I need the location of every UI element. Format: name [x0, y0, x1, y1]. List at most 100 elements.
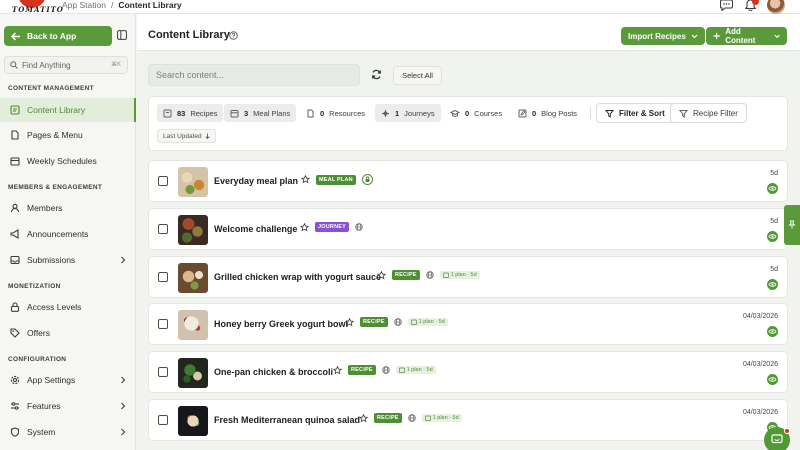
sidebar-item-content-library[interactable]: Content Library — [0, 98, 136, 122]
divider — [590, 107, 591, 119]
star-icon[interactable] — [359, 413, 368, 423]
list-item[interactable]: Welcome challenge JOURNEY 5d — [148, 208, 788, 250]
filter-panel: 83 Recipes 3 Meal Plans 0 Resources 1 Jo… — [148, 96, 788, 151]
chip-meal-plans[interactable]: 3 Meal Plans — [224, 104, 297, 122]
chip-label: Courses — [474, 108, 503, 118]
help-icon[interactable] — [229, 31, 238, 40]
pin-icon — [788, 220, 796, 229]
row-checkbox[interactable] — [158, 224, 168, 234]
list-item[interactable]: Everyday meal plan MEAL PLAN 5d — [148, 160, 788, 202]
eye-icon[interactable] — [767, 231, 778, 242]
avatar[interactable] — [767, 0, 785, 14]
eye-icon[interactable] — [767, 374, 778, 385]
section-title-members: MEMBERS & ENGAGEMENT — [8, 184, 103, 191]
sidebar-item-access-levels[interactable]: Access Levels — [0, 295, 136, 319]
list-item[interactable]: One-pan chicken & broccoli RECIPE 1 plan… — [148, 351, 788, 393]
add-content-button[interactable]: Add Content — [706, 27, 787, 45]
sidebar-item-label: Pages & Menu — [27, 130, 83, 140]
chip-journeys[interactable]: 1 Journeys — [375, 104, 441, 122]
sidebar-item-label: Weekly Schedules — [27, 156, 97, 166]
globe-icon — [355, 223, 363, 231]
search-content-input[interactable]: Search content... — [148, 64, 360, 86]
list-item[interactable]: Honey berry Greek yogurt bowl RECIPE 1 p… — [148, 303, 788, 345]
meal-plan-tag: 1 plan · 5d — [395, 366, 436, 374]
sidebar-item-members[interactable]: Members — [0, 196, 136, 220]
star-icon[interactable] — [377, 270, 386, 280]
chip-count: 83 — [177, 108, 186, 118]
star-icon[interactable] — [301, 175, 310, 184]
eye-icon[interactable] — [767, 279, 778, 290]
brand-logo-text: TOMATITO — [12, 5, 64, 14]
sidebar-item-submissions[interactable]: Submissions — [0, 248, 136, 272]
sidebar-item-offers[interactable]: Offers — [0, 321, 136, 345]
refresh-icon[interactable] — [371, 69, 382, 80]
meal-plan-tag-label: 1 plan · 5d — [406, 367, 433, 373]
row-title: Grilled chicken wrap with yogurt sauce — [214, 272, 382, 282]
row-meta: MEAL PLAN — [301, 174, 373, 185]
back-to-app-button[interactable]: Back to App — [4, 26, 112, 46]
import-recipes-button[interactable]: Import Recipes — [621, 27, 705, 45]
star-icon[interactable] — [300, 222, 309, 232]
meal-plan-tag: 1 plan · 5d — [439, 271, 480, 279]
inbox-icon — [10, 255, 20, 265]
chip-blog-posts[interactable]: 0 Blog Posts — [512, 104, 583, 122]
chat-bubble-icon[interactable] — [720, 0, 734, 11]
find-anything-input[interactable]: Find Anything ⌘K — [4, 56, 128, 74]
chip-resources[interactable]: 0 Resources — [300, 104, 371, 122]
sidebar-item-pages-menu[interactable]: Pages & Menu — [0, 123, 136, 147]
row-checkbox[interactable] — [158, 319, 168, 329]
pinned-panel-tab[interactable] — [784, 205, 800, 245]
sort-dropdown[interactable]: Last Updated — [157, 129, 216, 143]
filter-sort-label: Filter & Sort — [619, 108, 665, 118]
chip-count: 1 — [395, 108, 400, 118]
section-title-monetization: MONETIZATION — [8, 283, 61, 290]
list-item[interactable]: Grilled chicken wrap with yogurt sauce R… — [148, 256, 788, 298]
breadcrumb-root[interactable]: App Station — [62, 0, 106, 10]
star-icon[interactable] — [345, 317, 354, 327]
meal-plan-tag-label: 1 plan · 5d — [432, 415, 459, 421]
eye-icon[interactable] — [767, 183, 778, 194]
sidebar-item-weekly-schedules[interactable]: Weekly Schedules — [0, 149, 136, 173]
row-checkbox[interactable] — [158, 272, 168, 282]
select-all-button[interactable]: Select All — [393, 66, 442, 85]
chevron-down-icon — [691, 34, 698, 38]
members-icon — [10, 203, 20, 213]
sidebar-item-announcements[interactable]: Announcements — [0, 222, 136, 246]
row-title: Everyday meal plan — [214, 176, 299, 186]
sidebar-item-features[interactable]: Features — [0, 394, 136, 418]
recipe-filter-button[interactable]: Recipe Filter — [670, 103, 747, 123]
breadcrumb: App Station / Content Library — [62, 0, 182, 10]
breadcrumb-separator: / — [110, 0, 114, 10]
row-meta: RECIPE 1 plan · 5d — [345, 317, 448, 327]
edit-icon — [518, 109, 527, 117]
star-icon[interactable] — [333, 365, 342, 375]
row-meta: RECIPE 1 plan · 5d — [359, 413, 462, 423]
row-checkbox[interactable] — [158, 367, 168, 377]
filter-sort-button[interactable]: Filter & Sort — [596, 103, 674, 123]
row-meta: RECIPE 1 plan · 5d — [377, 270, 480, 280]
globe-icon — [407, 414, 416, 422]
sidebar-item-label: App Settings — [27, 375, 76, 385]
sidebar-item-app-settings[interactable]: App Settings — [0, 368, 136, 392]
chip-recipes[interactable]: 83 Recipes — [157, 104, 224, 122]
page-title: Content Library — [148, 29, 230, 41]
thumbnail-image — [178, 215, 208, 245]
eye-icon[interactable] — [767, 326, 778, 337]
chip-label: Blog Posts — [541, 108, 578, 118]
row-title: Honey berry Greek yogurt bowl — [214, 319, 349, 329]
chip-count: 0 — [320, 108, 325, 118]
lock-icon — [361, 174, 373, 185]
add-content-label: Add Content — [725, 27, 756, 45]
sidebar-collapse-icon[interactable] — [117, 30, 127, 40]
meal-plan-tag: 1 plan · 5d — [421, 414, 462, 422]
sidebar-item-system[interactable]: System — [0, 420, 136, 444]
sidebar: Back to App Find Anything ⌘K CONTENT MAN… — [0, 14, 136, 450]
row-checkbox[interactable] — [158, 176, 168, 186]
row-title: Fresh Mediterranean quinoa salad — [214, 415, 361, 425]
chip-courses[interactable]: 0 Courses — [444, 104, 508, 122]
row-checkbox[interactable] — [158, 415, 168, 425]
list-item[interactable]: Fresh Mediterranean quinoa salad RECIPE … — [148, 399, 788, 441]
chevron-right-icon — [121, 256, 126, 264]
updated-date: 04/03/2026 — [742, 313, 778, 320]
sidebar-item-label: Members — [27, 203, 63, 213]
